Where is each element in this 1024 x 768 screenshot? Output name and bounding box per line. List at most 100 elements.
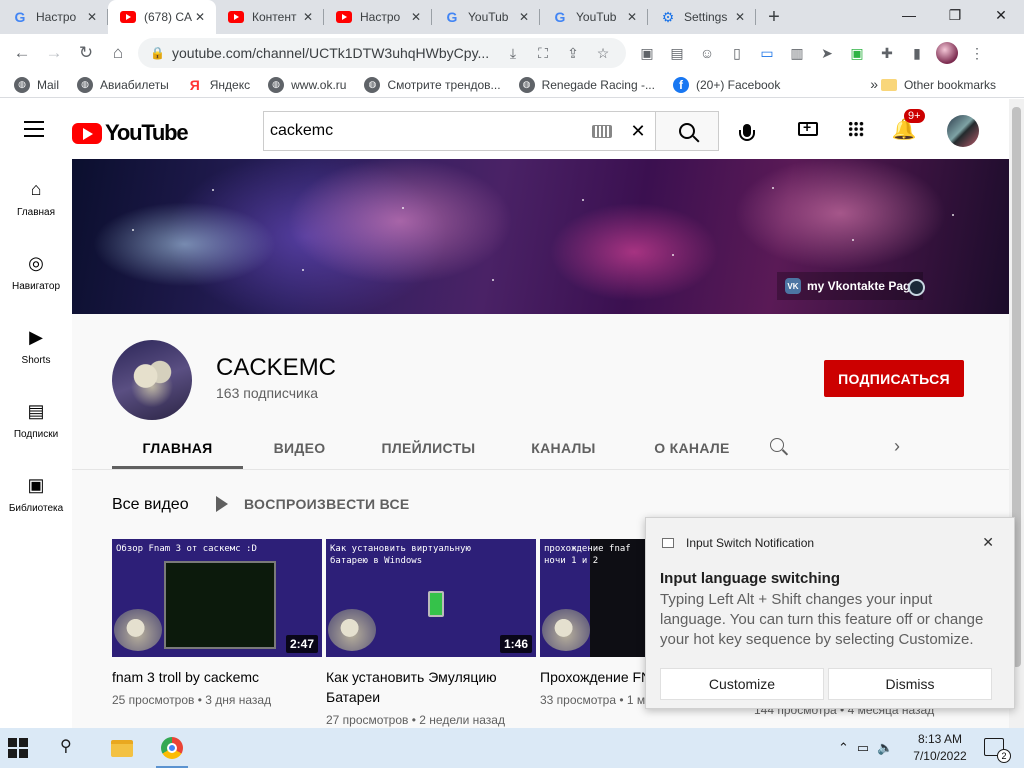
play-all-button[interactable]: ВОСПРОИЗВЕСТИ ВСЕ: [216, 496, 410, 512]
search-box[interactable]: ✕: [263, 111, 656, 151]
account-avatar[interactable]: [947, 115, 979, 147]
tab-about[interactable]: О КАНАЛЕ: [626, 428, 758, 468]
side-panel-icon[interactable]: ▮: [902, 38, 932, 68]
video-card[interactable]: Обзор Fnam 3 от саскемс :D 2:47 fnam 3 t…: [112, 539, 322, 707]
more-bookmarks-icon[interactable]: »: [870, 76, 878, 92]
lock-icon[interactable]: 🔒: [150, 46, 165, 60]
bookmark-item[interactable]: ◍ www.ok.ru: [268, 76, 346, 93]
close-tab-icon[interactable]: ✕: [84, 9, 100, 25]
browser-tab[interactable]: G YouTub ✕: [432, 0, 540, 34]
profile-avatar[interactable]: [932, 38, 962, 68]
reload-icon[interactable]: ↻: [70, 37, 102, 69]
close-icon[interactable]: ✕: [982, 534, 994, 551]
bookmark-item[interactable]: Я Яндекс: [187, 77, 250, 93]
extension-icon[interactable]: ▯: [722, 38, 752, 68]
video-title[interactable]: Как установить Эмуляцию Батареи: [326, 667, 536, 707]
new-tab-button[interactable]: +: [756, 0, 792, 34]
video-card[interactable]: Как установить виртуальную батарею в Win…: [326, 539, 536, 727]
close-tab-icon[interactable]: ✕: [192, 9, 208, 25]
clear-search-icon[interactable]: ✕: [620, 121, 656, 142]
nav-item-library[interactable]: ▣ Библиотека: [0, 455, 72, 529]
action-center-icon[interactable]: 2: [984, 738, 1011, 763]
nav-item-subscriptions[interactable]: ▤ Подписки: [0, 381, 72, 455]
forward-icon[interactable]: →: [38, 37, 70, 69]
search-icon[interactable]: ⚲: [60, 736, 72, 756]
nav-item-shorts[interactable]: ▶ Shorts: [0, 307, 72, 381]
extension-icon[interactable]: ▭: [752, 38, 782, 68]
close-tab-icon[interactable]: ✕: [624, 9, 640, 25]
chevron-up-icon[interactable]: ⌃: [838, 740, 849, 756]
customize-button[interactable]: Customize: [660, 668, 824, 700]
chevron-right-icon[interactable]: ›: [894, 436, 914, 460]
channel-search-button[interactable]: [770, 438, 790, 458]
bookmark-item[interactable]: ◍ Смотрите трендов...: [364, 76, 501, 93]
other-bookmarks[interactable]: Other bookmarks: [880, 72, 996, 98]
browser-tab-active[interactable]: (678) CA ✕: [108, 0, 216, 34]
chrome-taskbar-button[interactable]: [148, 728, 196, 768]
tab-playlists[interactable]: ПЛЕЙЛИСТЫ: [356, 428, 501, 468]
system-tray: ⌃ ▭ 🔈: [838, 740, 893, 756]
extension-icon[interactable]: ☺: [692, 38, 722, 68]
bookmark-item[interactable]: ◍ Renegade Racing -...: [518, 76, 655, 93]
close-tab-icon[interactable]: ✕: [300, 9, 316, 25]
close-window-icon[interactable]: ✕: [978, 0, 1024, 30]
apps-button[interactable]: [842, 115, 870, 143]
browser-tab[interactable]: Контент ✕: [216, 0, 324, 34]
pip-icon[interactable]: ▤: [662, 38, 692, 68]
create-video-button[interactable]: [794, 115, 822, 143]
file-explorer-button[interactable]: [98, 728, 146, 768]
nav-item-home[interactable]: ⌂ Главная: [0, 159, 72, 233]
voice-search-button[interactable]: [730, 113, 764, 147]
video-thumbnail[interactable]: Как установить виртуальную батарею в Win…: [326, 539, 536, 657]
browser-tab[interactable]: ⚙ Settings ✕: [648, 0, 756, 34]
subscribe-button[interactable]: ПОДПИСАТЬСЯ: [824, 360, 964, 397]
browser-tab[interactable]: G Настро ✕: [0, 0, 108, 34]
windows-start-icon[interactable]: [8, 738, 28, 758]
bookmark-item[interactable]: ◍ Авиабилеты: [77, 76, 169, 93]
cursor-icon[interactable]: ➤: [812, 38, 842, 68]
browser-tab[interactable]: G YouTub ✕: [540, 0, 648, 34]
video-title[interactable]: fnam 3 troll by cackemc: [112, 667, 322, 687]
cast-icon[interactable]: ▣: [632, 38, 662, 68]
tab-channels[interactable]: КАНАЛЫ: [501, 428, 626, 468]
home-icon[interactable]: ⌂: [102, 37, 134, 69]
network-icon[interactable]: ▭: [857, 740, 869, 756]
extension-icon[interactable]: ▣: [842, 38, 872, 68]
extension-icon[interactable]: ▥: [782, 38, 812, 68]
vkontakte-link[interactable]: VK my Vkontakte Page: [776, 272, 923, 300]
google-icon: G: [554, 9, 566, 25]
restore-icon[interactable]: ❐: [932, 0, 978, 30]
bookmark-star-icon[interactable]: ☆: [588, 45, 618, 62]
close-tab-icon[interactable]: ✕: [732, 9, 748, 25]
gear-icon: ⚙: [661, 8, 675, 25]
nav-item-explore[interactable]: ◎ Навигатор: [0, 233, 72, 307]
close-tab-icon[interactable]: ✕: [516, 9, 532, 25]
keyboard-icon[interactable]: [592, 124, 612, 138]
steam-icon[interactable]: [908, 279, 925, 296]
dismiss-button[interactable]: Dismiss: [828, 668, 992, 700]
youtube-logo[interactable]: YouTube: [72, 120, 189, 146]
translate-icon[interactable]: ⛶: [528, 45, 558, 62]
share-icon[interactable]: ⇪: [558, 45, 588, 62]
video-thumbnail[interactable]: Обзор Fnam 3 от саскемс :D 2:47: [112, 539, 322, 657]
volume-icon[interactable]: 🔈: [877, 740, 893, 756]
notifications-button[interactable]: 🔔 9+: [890, 109, 925, 143]
search-input[interactable]: [270, 122, 592, 140]
tab-home[interactable]: ГЛАВНАЯ: [112, 428, 243, 468]
back-icon[interactable]: ←: [6, 37, 38, 69]
menu-kebab-icon[interactable]: ⋮: [962, 38, 992, 68]
minimize-icon[interactable]: —: [886, 0, 932, 30]
hamburger-menu-icon[interactable]: [24, 121, 44, 142]
bookmark-item[interactable]: f (20+) Facebook: [672, 76, 780, 93]
browser-tab[interactable]: Настро ✕: [324, 0, 432, 34]
url-text[interactable]: youtube.com/channel/UCTk1DTW3uhqHWbyCpy.…: [172, 45, 498, 61]
close-tab-icon[interactable]: ✕: [408, 9, 424, 25]
puzzle-icon[interactable]: ✚: [872, 38, 902, 68]
address-bar[interactable]: 🔒 youtube.com/channel/UCTk1DTW3uhqHWbyCp…: [138, 38, 626, 68]
channel-avatar[interactable]: [112, 340, 192, 420]
install-icon[interactable]: ⤓: [498, 45, 528, 62]
search-button[interactable]: [655, 111, 719, 151]
tab-videos[interactable]: ВИДЕО: [243, 428, 356, 468]
clock[interactable]: 8:13 AM 7/10/2022: [905, 731, 975, 765]
bookmark-item[interactable]: ◍ Mail: [14, 76, 59, 93]
